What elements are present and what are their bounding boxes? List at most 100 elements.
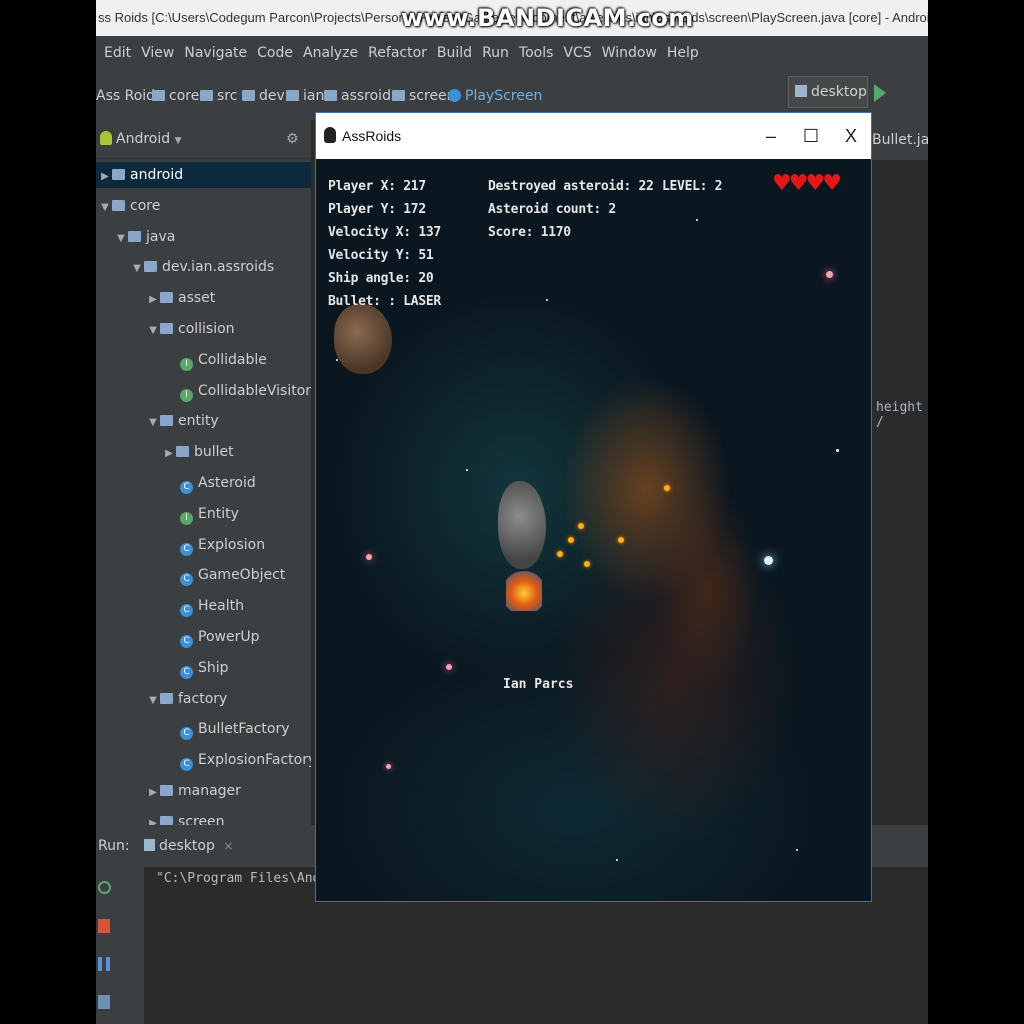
tree-item-dev-ian-assroids[interactable]: ▼ dev.ian.assroids (96, 254, 311, 280)
breadcrumb-ian[interactable]: ian (286, 86, 324, 106)
menu-item-navigate[interactable]: Navigate (184, 36, 247, 70)
expand-down-icon[interactable]: ▼ (114, 226, 128, 252)
breadcrumb-playscreen[interactable]: PlayScreen (448, 86, 542, 106)
project-view-selector[interactable]: Android ▼ ⚙ (96, 120, 311, 159)
expand-down-icon[interactable]: ▼ (146, 410, 160, 436)
tree-item-ship[interactable]: C Ship (96, 655, 311, 681)
expand-down-icon[interactable]: ▼ (146, 688, 160, 714)
run-toolbar (96, 867, 144, 1024)
editor-tab[interactable]: Bullet.java (866, 120, 928, 160)
tree-item-gameobject[interactable]: C GameObject (96, 562, 311, 588)
interface-icon: I (180, 511, 193, 525)
expand-down-icon[interactable]: ▼ (130, 256, 144, 282)
tree-item-collidablevisitor[interactable]: I CollidableVisitor (96, 378, 311, 404)
tree-item-label: Health (198, 598, 244, 615)
menu-item-code[interactable]: Code (257, 36, 293, 70)
breadcrumb-dev[interactable]: dev (242, 86, 285, 106)
breadcrumb-screen[interactable]: screen (392, 86, 456, 106)
menu-item-run[interactable]: Run (482, 36, 509, 70)
breadcrumb-assroids[interactable]: assroids (324, 86, 398, 106)
collapse-right-icon[interactable]: ▶ (162, 441, 176, 467)
breadcrumb-src[interactable]: src (200, 86, 237, 106)
game-title-bar: AssRoids – ☐ X (316, 113, 871, 159)
menu-item-analyze[interactable]: Analyze (303, 36, 358, 70)
run-tab[interactable]: desktop × (144, 838, 233, 854)
interface-icon: I (180, 357, 193, 371)
menu-item-tools[interactable]: Tools (519, 36, 554, 70)
hud-level: LEVEL: 2 (662, 179, 723, 194)
tree-item-entity[interactable]: ▼ entity (96, 408, 311, 434)
hud-destroyed-asteroids: Destroyed asteroid: 22 (488, 179, 654, 194)
folder-icon (160, 692, 173, 704)
settings-gear-icon[interactable]: ⚙ (286, 120, 299, 158)
tree-item-asteroid[interactable]: C Asteroid (96, 470, 311, 496)
tree-item-collidable[interactable]: I Collidable (96, 347, 311, 373)
tree-item-entity[interactable]: I Entity (96, 501, 311, 527)
bullet (557, 551, 563, 557)
tree-item-asset[interactable]: ▶ asset (96, 285, 311, 311)
close-button[interactable]: X (831, 113, 871, 159)
menu-item-vcs[interactable]: VCS (563, 36, 591, 70)
class-icon: C (180, 635, 193, 648)
collapse-right-icon[interactable]: ▶ (98, 164, 112, 190)
breadcrumb-label: core (169, 88, 200, 104)
pause-icon[interactable] (98, 957, 110, 971)
tree-item-screen[interactable]: ▶ screen (96, 809, 311, 825)
game-canvas[interactable]: Ian Parcs Player X: 217 Player Y: 172 Ve… (316, 159, 871, 901)
breadcrumb-core[interactable]: core (152, 86, 199, 106)
menu-item-refactor[interactable]: Refactor (368, 36, 427, 70)
tree-item-powerup[interactable]: C PowerUp (96, 624, 311, 650)
folder-icon (112, 199, 125, 211)
menu-item-help[interactable]: Help (667, 36, 699, 70)
run-play-icon[interactable] (874, 84, 886, 102)
tree-item-label: collision (178, 321, 235, 337)
expand-down-icon[interactable]: ▼ (146, 318, 160, 344)
tree-item-bulletfactory[interactable]: C BulletFactory (96, 716, 311, 742)
tree-item-explosionfactory[interactable]: C ExplosionFactory (96, 747, 311, 773)
folder-icon (152, 90, 165, 101)
tree-item-health[interactable]: C Health (96, 593, 311, 619)
folder-icon (200, 90, 213, 101)
folder-icon (160, 785, 173, 796)
tree-item-label: GameObject (198, 567, 286, 584)
tree-item-factory[interactable]: ▼ factory (96, 686, 311, 712)
bullet (664, 485, 670, 491)
expand-down-icon[interactable]: ▼ (98, 195, 112, 221)
player-name-label: Ian Parcs (503, 677, 574, 692)
bullet (584, 561, 590, 567)
menu-item-window[interactable]: Window (602, 36, 657, 70)
close-icon[interactable]: × (223, 839, 233, 853)
minimize-button[interactable]: – (751, 113, 791, 159)
collapse-right-icon[interactable]: ▶ (146, 287, 160, 313)
maximize-button[interactable]: ☐ (791, 113, 831, 159)
hud-game-stats: Destroyed asteroid: 22 Asteroid count: 2… (488, 175, 654, 244)
rerun-icon[interactable] (98, 881, 111, 894)
menu-item-view[interactable]: View (141, 36, 174, 70)
stop-icon[interactable] (98, 919, 110, 933)
folder-icon (242, 90, 255, 101)
breadcrumb-label: ian (303, 88, 325, 104)
tree-item-explosion[interactable]: C Explosion (96, 532, 311, 558)
class-icon (448, 89, 461, 102)
camera-icon[interactable] (98, 995, 110, 1009)
menu-bar: Edit View Navigate Code Analyze Refactor Build… (96, 36, 928, 70)
tree-item-android[interactable]: ▶ android (96, 162, 311, 188)
tree-item-collision[interactable]: ▼ collision (96, 316, 311, 342)
run-configuration-select[interactable]: desktop ▼ (788, 76, 868, 129)
star (446, 664, 452, 670)
collapse-right-icon[interactable]: ▶ (146, 780, 160, 806)
breadcrumb-label: PlayScreen (465, 88, 543, 104)
desktop-icon (144, 839, 156, 851)
tree-item-manager[interactable]: ▶ manager (96, 778, 311, 804)
desktop-icon (795, 85, 807, 97)
tree-item-core[interactable]: ▼ core (96, 193, 311, 219)
asteroid (334, 304, 392, 374)
breadcrumb-label: assroids (341, 88, 399, 104)
collapse-right-icon[interactable]: ▶ (146, 811, 160, 825)
tree-item-label: core (130, 197, 161, 214)
menu-item-edit[interactable]: Edit (104, 36, 131, 70)
menu-item-build[interactable]: Build (437, 36, 472, 70)
tree-item-java[interactable]: ▼ java (96, 224, 311, 250)
editor-area (866, 120, 928, 825)
tree-item-bullet[interactable]: ▶ bullet (96, 439, 311, 465)
